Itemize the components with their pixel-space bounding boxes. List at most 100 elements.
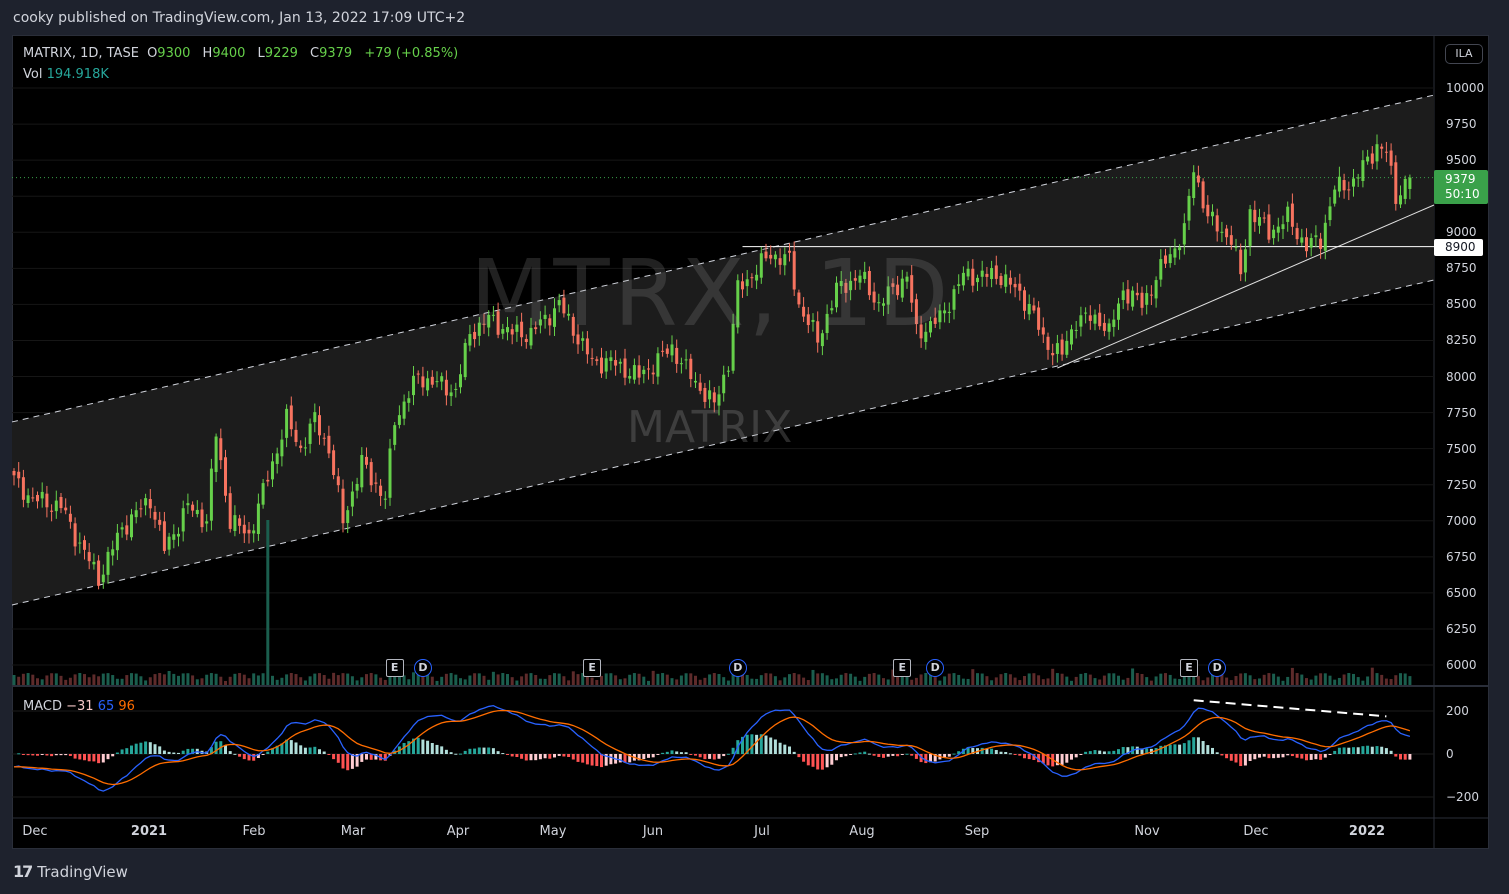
candle-body — [1333, 189, 1337, 204]
macd-histogram-bar — [416, 737, 420, 754]
macd-histogram-bar — [679, 752, 683, 754]
candle-body — [1117, 303, 1120, 320]
volume-bar — [115, 678, 119, 685]
macd-histogram-bar — [1272, 754, 1276, 759]
volume-bar — [1295, 673, 1299, 685]
candle-body — [83, 540, 86, 550]
earnings-event-icon[interactable]: E — [385, 659, 404, 677]
macd-label: MACD — [23, 699, 62, 714]
candle-body — [186, 503, 190, 506]
candle-body — [1154, 280, 1158, 299]
volume-bar — [675, 679, 679, 685]
volume-bar — [764, 673, 768, 685]
earnings-event-icon[interactable]: E — [583, 659, 602, 677]
volume-bar — [1013, 677, 1017, 685]
volume-bar — [947, 673, 951, 685]
candle-body — [1008, 277, 1012, 285]
macd-histogram-bar — [1305, 754, 1308, 761]
candle-body — [1149, 294, 1153, 296]
volume-bar — [990, 680, 994, 685]
dividend-event-icon[interactable]: D — [728, 659, 747, 677]
candle-body — [336, 476, 340, 486]
candle-body — [327, 435, 331, 454]
candle-body — [933, 317, 937, 324]
volume-bar — [153, 674, 157, 685]
volume-bar — [318, 673, 321, 685]
candle-body — [538, 319, 542, 326]
open-label: O — [147, 46, 158, 61]
macd-histogram-bar — [717, 754, 721, 759]
candle-body — [1004, 274, 1008, 287]
volume-bar — [233, 673, 237, 685]
volume-bar — [402, 675, 406, 685]
candle-body — [1121, 290, 1125, 300]
macd-histogram-bar — [830, 754, 834, 765]
candle-body — [346, 510, 350, 523]
macd-histogram-bar — [924, 754, 928, 764]
symbol-label[interactable]: MATRIX, 1D, TASE — [23, 46, 139, 61]
price-axis-tick: 7000 — [1446, 513, 1477, 528]
candle-body — [247, 529, 251, 534]
volume-bar — [59, 675, 63, 685]
volume-bar — [308, 676, 312, 685]
candle-body — [717, 394, 721, 406]
signal-line — [13, 709, 1411, 786]
currency-badge[interactable]: ILA — [1445, 44, 1483, 64]
macd-histogram-bar — [1088, 751, 1092, 754]
candle-body — [209, 468, 213, 521]
candle-body — [665, 348, 669, 354]
candle-body — [228, 493, 232, 529]
candle-body — [1337, 176, 1341, 192]
volume-bar — [444, 673, 448, 685]
macd-histogram-bar — [529, 754, 533, 761]
time-label: May — [539, 824, 567, 839]
candle-body — [1060, 339, 1064, 355]
volume-bar — [853, 676, 857, 685]
candle-body — [214, 436, 218, 473]
volume-bar — [412, 672, 415, 685]
macd-histogram-bar — [59, 754, 63, 756]
macd-histogram-bar — [816, 754, 820, 770]
volume-bar — [637, 673, 641, 685]
macd-histogram-bar — [120, 749, 124, 754]
candle-body — [360, 455, 364, 488]
volume-bar — [1149, 680, 1153, 685]
volume-bar — [863, 676, 867, 685]
macd-histogram-bar — [1117, 749, 1120, 754]
candle-body — [750, 277, 754, 279]
candle-body — [520, 321, 524, 338]
candle-body — [341, 488, 345, 524]
volume-bar — [1300, 674, 1304, 685]
candle-body — [374, 482, 378, 484]
earnings-event-icon[interactable]: E — [1180, 659, 1198, 677]
candle-body — [1229, 235, 1233, 245]
volume-bar — [177, 675, 180, 685]
volume-bar — [694, 675, 697, 685]
candle-body — [882, 303, 885, 306]
candle-body — [891, 283, 895, 287]
candle-body — [830, 308, 834, 311]
candle-body — [731, 323, 735, 371]
time-label: 2021 — [130, 824, 168, 839]
macd-histogram-bar — [835, 754, 838, 761]
dividend-event-icon[interactable]: D — [413, 659, 432, 677]
volume-bar — [1243, 673, 1247, 685]
volume-bar — [167, 671, 171, 685]
macd-histogram-bar — [501, 753, 505, 755]
candle-body — [524, 338, 528, 343]
volume-bar — [477, 673, 481, 685]
candle-body — [510, 329, 514, 335]
candle-body — [1323, 222, 1327, 251]
candle-body — [1370, 153, 1374, 164]
macd-histogram-bar — [553, 754, 556, 758]
volume-bar — [618, 679, 622, 685]
volume-bar — [97, 676, 101, 685]
earnings-event-icon[interactable]: E — [893, 659, 912, 677]
macd-histogram-bar — [647, 754, 650, 758]
volume-bar — [651, 670, 655, 685]
volume-bar — [1070, 680, 1073, 685]
macd-histogram-bar — [477, 747, 481, 754]
price-chart[interactable] — [0, 0, 1509, 894]
volume-bar — [1258, 678, 1261, 685]
volume-bar — [1337, 677, 1341, 685]
